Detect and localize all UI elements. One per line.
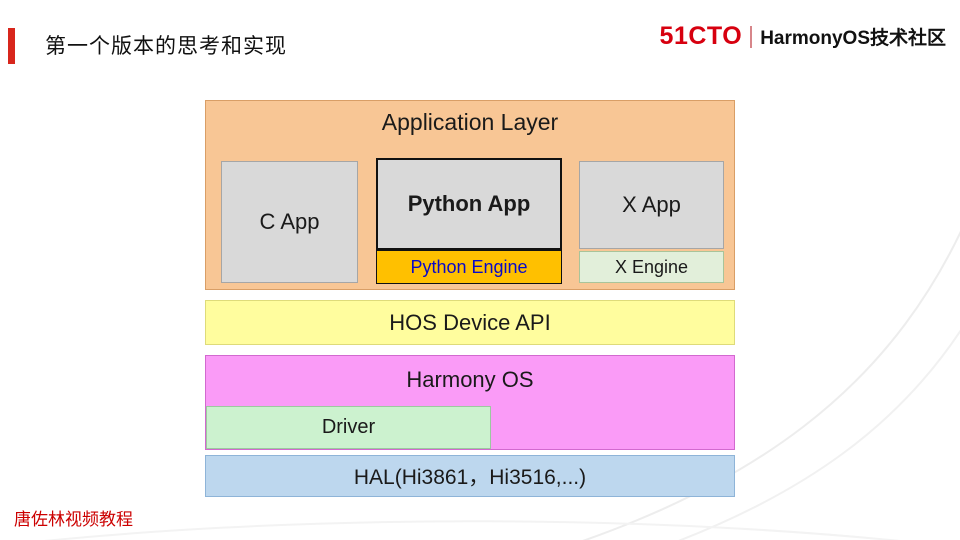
hos-device-api-block: HOS Device API — [205, 300, 735, 345]
hos-device-api-label: HOS Device API — [389, 309, 551, 335]
driver-box: Driver — [206, 406, 491, 449]
title-accent-bar — [8, 28, 15, 64]
harmony-os-block: Harmony OS Driver — [205, 355, 735, 450]
x-app-box: X App — [579, 161, 724, 249]
application-layer-block: Application Layer C App Python App Pytho… — [205, 100, 735, 290]
x-engine-box: X Engine — [579, 251, 724, 283]
footer-credit: 唐佐林视频教程 — [14, 510, 133, 529]
application-layer-label: Application Layer — [381, 109, 559, 135]
slide-title: 第一个版本的思考和实现 — [45, 35, 287, 58]
harmony-os-label: Harmony OS — [406, 367, 534, 392]
brand-community-label: HarmonyOS技术社区 — [760, 28, 946, 49]
architecture-diagram: Application Layer C App Python App Pytho… — [205, 100, 735, 497]
hal-label: HAL(Hi3861，Hi3516,...) — [353, 466, 587, 489]
c-app-box: C App — [221, 161, 358, 283]
slide: 第一个版本的思考和实现 51CTO HarmonyOS技术社区 Applicat… — [0, 0, 960, 540]
python-engine-box: Python Engine — [376, 250, 562, 284]
brand-divider — [750, 25, 753, 48]
python-app-box: Python App — [376, 158, 562, 250]
hal-block: HAL(Hi3861，Hi3516,...) — [205, 455, 735, 497]
brand-header: 51CTO HarmonyOS技术社区 — [660, 22, 946, 51]
logo-51cto: 51CTO — [659, 22, 743, 50]
